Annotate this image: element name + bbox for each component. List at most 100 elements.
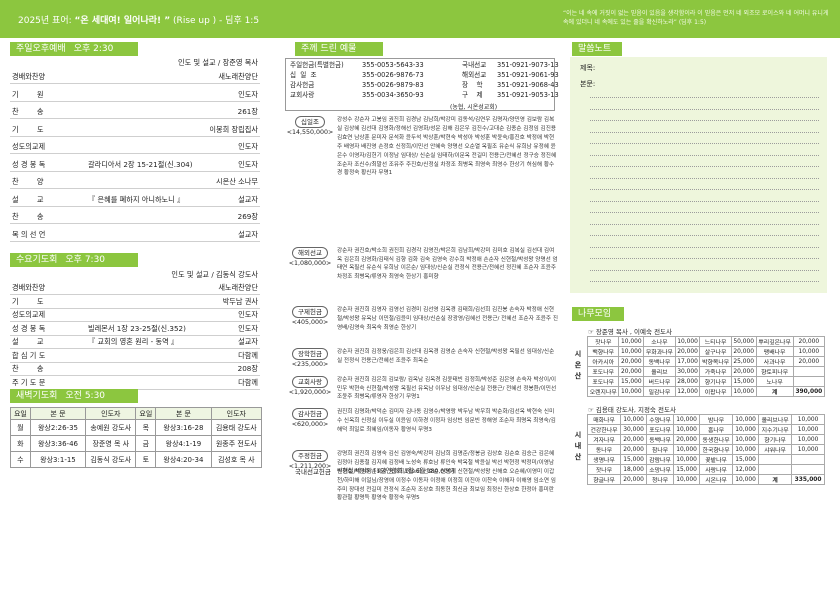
order-item: 성 경 봉 독	[12, 323, 46, 333]
tree-group2-name: 시내산	[574, 431, 582, 461]
tree-name: 매화나무	[586, 414, 622, 425]
dawn-cell: 송예원 강도사	[85, 419, 137, 436]
tree-amount: 10,000	[792, 346, 826, 357]
tree-name: 사과나무	[755, 356, 794, 367]
order-row: 합 심 기 도 다함께	[10, 349, 260, 363]
tree-amount: 25,000	[730, 356, 757, 367]
account-label: 해외선교	[462, 71, 487, 79]
tree-name: 포도나무	[586, 376, 620, 387]
tree-name: 감람나무	[646, 454, 675, 465]
order-row: 주 기 도 문 다함께	[10, 376, 260, 390]
sermon-note-area[interactable]: 제목: 본문:	[570, 57, 827, 293]
order-presenter: 261장	[237, 107, 258, 116]
sunday-leader: 인도 및 설교 / 장준영 목사	[178, 58, 258, 67]
year-motto: 2025년 표어: “온 세대여! 일어나라! ” (Rise up ) - 딤…	[18, 16, 260, 26]
dawn-cell: 왕상4:1-19	[155, 435, 212, 452]
account-number: 355-0026-9876-73	[362, 71, 424, 79]
tree-amount	[791, 464, 825, 475]
order-item: 기 원	[12, 89, 44, 99]
tree-amount: 20,000	[618, 366, 645, 377]
dawn-header-cell: 인도자	[85, 407, 137, 420]
tree-name: 계	[758, 474, 793, 485]
dawn-cell: 김용태 강도사	[210, 419, 263, 436]
offering-donor-names: 강순자 권진호/박소희 권진희 김경각 김영진/박은희 김남희/박강미 김미호 …	[337, 247, 558, 281]
offering-donor-names: 강순자 권진희 김은희 김보람/ 김옥남 김옥경 김윤태빈 김정희/박성준 김은…	[337, 376, 557, 401]
dawn-header-cell: 본 문	[155, 407, 212, 420]
tree-amount: 20,000	[792, 356, 826, 367]
note-line	[590, 189, 819, 190]
dawn-cell: 수	[10, 451, 31, 468]
tree-amount: 30,000	[674, 366, 701, 377]
order-presenter: 인도자	[238, 159, 258, 169]
order-presenter: 269장	[237, 212, 258, 221]
order-item: 찬 송	[12, 364, 44, 373]
order-row: 기 도 이봉희 장립집사	[10, 123, 260, 137]
tree-amount: 15,000	[730, 376, 757, 387]
order-item: 설 교	[12, 337, 44, 346]
offering-donor-names: 강순자 권진희 김정웅/김은희 김선대 김옥경 김영순 손숙자 신현철/박성왕 …	[337, 348, 555, 364]
dawn-cell: 월	[10, 419, 31, 436]
tree-name: 잣나무	[586, 336, 620, 347]
note-line	[590, 131, 819, 133]
note-line	[590, 223, 819, 225]
tree-amount: 15,000	[732, 454, 760, 465]
tree-amount: 390,000	[792, 386, 826, 397]
sunday-service-header: 주일오후예배 오후 2:30	[10, 42, 138, 56]
offering-category-name: 장학헌금	[292, 347, 328, 360]
tree-name: 잣나무	[586, 464, 622, 475]
tree-amount	[791, 454, 825, 465]
offering-category-amount: <1,080,000>	[288, 259, 332, 267]
tree-amount: 10,000	[618, 386, 645, 397]
order-presenter: 설교자	[238, 337, 258, 346]
tree-row: 겨자나무 20,000 동백나무 20,000 동생한나무 10,000 향기나무 10,00…	[586, 434, 825, 445]
tree-amount: 10,000	[618, 346, 645, 357]
note-line	[590, 235, 819, 236]
note-line	[590, 154, 819, 156]
order-row: 성도의교제 인도자	[10, 308, 260, 322]
account-label: 주일헌금(특별헌금)	[290, 61, 344, 69]
tree-name: 시온나무	[699, 474, 734, 485]
order-presenter: 이봉희 장립집사	[209, 124, 258, 134]
dawn-cell: 왕상2:26-35	[29, 419, 87, 436]
tree-amount: 20,000	[620, 444, 648, 455]
tree-name: 지수기나무	[758, 424, 793, 435]
tree-name	[758, 454, 793, 465]
tree-name: 계	[755, 386, 794, 397]
tree-amount: 335,000	[791, 474, 825, 485]
tree-row: 아카시아 20,000 동백나무 17,000 박향목나무 25,000 사과나무 20,00…	[586, 356, 826, 367]
dawn-cell: 왕상3:16-28	[155, 419, 212, 436]
order-item: 기 도	[12, 124, 44, 134]
note-line	[590, 166, 819, 167]
dawn-cell: 김동식 강도사	[85, 451, 137, 468]
order-row: 성도의교제 인도자	[10, 140, 260, 154]
tree-name: 향기나무	[699, 376, 732, 387]
tree-name	[758, 464, 793, 475]
wednesday-leader: 인도 및 설교 / 김동식 강도사	[171, 270, 258, 279]
order-item: 복 의 선 언	[12, 229, 46, 239]
dawn-cell: 왕상3:36-46	[29, 435, 87, 452]
offering-donor-names: 강순자 권진희 김영자 김영선 김경미 김선영 김옥경 김태희/김선희 김진봉 …	[337, 307, 558, 331]
tree-amount: 10,000	[730, 386, 757, 397]
order-row: 찬 송 269장	[10, 210, 260, 224]
order-item: 설 교	[12, 194, 44, 204]
order-presenter: 새노래찬양단	[218, 283, 258, 292]
tree-amount: 20,000	[730, 366, 757, 377]
tree-amount: 10,000	[673, 444, 701, 455]
offering-donor-names: 강성수 강순자 고봉임 권진희 김경남 김남희/박강미 김동석/김연우 김명자/…	[337, 117, 557, 177]
dawn-row: 월 왕상2:26-35 송예원 강도사 목 왕상3:16-28 김용태 강도사	[10, 419, 263, 436]
order-row: 설 교 『 은혜를 폐하지 아니하노니 』 설교자	[10, 193, 260, 207]
order-presenter: 설교자	[238, 229, 258, 239]
account-number: 351-0921-9053-13	[497, 91, 559, 99]
offering-category-name: 해외선교	[292, 246, 328, 259]
offering-category: 구제헌금 <405,000>	[286, 306, 334, 327]
offering-category-amount: <405,000>	[291, 319, 329, 326]
offering-category-amount: <1,920,000>	[288, 388, 332, 396]
tree-amount: 10,000	[732, 424, 760, 435]
tree-name: 흠나무	[699, 424, 734, 435]
tree-amount: 15,000	[673, 464, 701, 475]
tree-name: 팽배나무	[755, 346, 794, 357]
tree-amount: 10,000	[674, 336, 701, 347]
order-item: 찬 양	[12, 177, 44, 186]
tree-amount: 50,000	[730, 336, 757, 347]
tree-name: 느티나무	[699, 336, 732, 347]
